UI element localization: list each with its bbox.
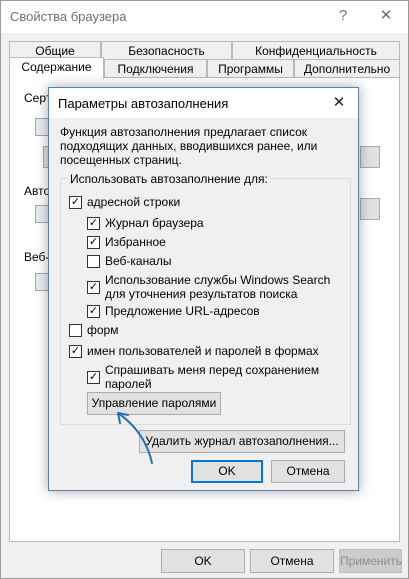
tab-security[interactable]: Безопасность bbox=[101, 41, 232, 60]
checkbox-history[interactable]: ✓ bbox=[87, 217, 100, 230]
dialog-cancel-button[interactable]: Отмена bbox=[271, 460, 345, 483]
checkbox-feeds[interactable] bbox=[87, 255, 100, 268]
label-forms: форм bbox=[87, 323, 119, 337]
apply-button[interactable]: Применить bbox=[339, 549, 402, 573]
checkbox-ask-save[interactable]: ✓ bbox=[87, 371, 100, 384]
option-forms[interactable]: форм bbox=[69, 323, 339, 339]
label-windows-search: Использование службы Windows Search для … bbox=[105, 273, 331, 301]
label-ask-save: Спрашивать меня перед сохранением пароле… bbox=[105, 363, 320, 391]
checkbox-forms[interactable] bbox=[69, 324, 82, 337]
option-windows-search[interactable]: ✓ Использование службы Windows Search дл… bbox=[87, 273, 337, 303]
ok-button[interactable]: OK bbox=[161, 549, 245, 573]
tab-connections[interactable]: Подключения bbox=[104, 59, 207, 78]
checkbox-passwords[interactable]: ✓ bbox=[69, 345, 82, 358]
label-passwords: имен пользователей и паролей в формах bbox=[87, 344, 319, 358]
dialog-title: Параметры автозаполнения bbox=[58, 96, 229, 111]
help-icon[interactable]: ? bbox=[321, 1, 365, 31]
group-label: Использовать автозаполнение для: bbox=[68, 172, 270, 186]
close-icon[interactable]: ✕ bbox=[364, 1, 408, 31]
tab-programs[interactable]: Программы bbox=[207, 59, 294, 78]
tab-advanced[interactable]: Дополнительно bbox=[294, 59, 400, 78]
autocomplete-settings-dialog: Параметры автозаполнения ✕ Функция автоз… bbox=[48, 87, 359, 491]
delete-autocomplete-history-button[interactable]: Удалить журнал автозаполнения... bbox=[139, 430, 345, 453]
dialog-description: Функция автозаполнения предлагает список… bbox=[60, 125, 318, 167]
checkbox-windows-search[interactable]: ✓ bbox=[87, 281, 100, 294]
label-history: Журнал браузера bbox=[105, 216, 204, 230]
bg-button-right-2 bbox=[360, 198, 380, 220]
window-titlebar: Свойства браузера ? ✕ bbox=[1, 1, 408, 33]
checkbox-favorites[interactable]: ✓ bbox=[87, 236, 100, 249]
option-passwords[interactable]: ✓ имен пользователей и паролей в формах bbox=[69, 344, 349, 360]
window-title: Свойства браузера bbox=[10, 9, 127, 24]
tab-content[interactable]: Содержание bbox=[9, 57, 104, 79]
dialog-close-icon[interactable]: ✕ bbox=[324, 88, 354, 118]
dialog-ok-button[interactable]: OK bbox=[191, 460, 263, 483]
option-favorites[interactable]: ✓ Избранное bbox=[87, 235, 337, 251]
option-ask-save[interactable]: ✓ Спрашивать меня перед сохранением паро… bbox=[87, 363, 337, 393]
manage-passwords-button[interactable]: Управление паролями bbox=[87, 392, 221, 415]
option-history[interactable]: ✓ Журнал браузера bbox=[87, 216, 337, 232]
label-favorites: Избранное bbox=[105, 235, 166, 249]
checkbox-address-bar[interactable]: ✓ bbox=[69, 196, 82, 209]
label-feeds: Веб-каналы bbox=[105, 254, 172, 268]
tab-privacy[interactable]: Конфиденциальность bbox=[232, 41, 400, 60]
cancel-button[interactable]: Отмена bbox=[250, 549, 334, 573]
option-url-suggest[interactable]: ✓ Предложение URL-адресов bbox=[87, 304, 337, 320]
dialog-titlebar: Параметры автозаполнения ✕ bbox=[49, 88, 358, 118]
label-url-suggest: Предложение URL-адресов bbox=[105, 304, 260, 318]
option-address-bar[interactable]: ✓ адресной строки bbox=[69, 195, 339, 211]
bg-button-right bbox=[360, 146, 380, 168]
option-feeds[interactable]: Веб-каналы bbox=[87, 254, 337, 270]
checkbox-url-suggest[interactable]: ✓ bbox=[87, 305, 100, 318]
label-address-bar: адресной строки bbox=[87, 195, 181, 209]
